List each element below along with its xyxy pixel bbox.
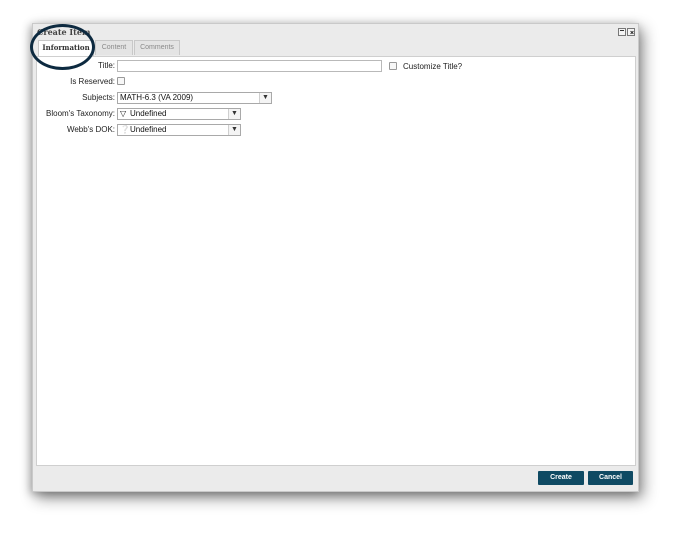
reserved-checkbox[interactable]	[117, 77, 125, 85]
tab-comments[interactable]: Comments	[134, 40, 180, 55]
webb-value: Undefined	[130, 125, 167, 134]
customize-title-label: Customize Title?	[403, 62, 463, 71]
create-item-dialog: Create Item Information Content Comments…	[32, 23, 639, 492]
webb-select[interactable]: ❔ Undefined ▼	[117, 124, 241, 136]
dialog-footer: Create Cancel	[33, 466, 638, 492]
bloom-label: Bloom's Taxonomy:	[46, 109, 115, 118]
subjects-select[interactable]: MATH-6.3 (VA 2009) ▼	[117, 92, 272, 104]
information-panel: Title: Customize Title? Is Reserved: Sub…	[36, 56, 636, 466]
close-icon[interactable]	[627, 28, 635, 36]
tab-information[interactable]: Information	[38, 40, 94, 56]
bloom-select[interactable]: ▽ Undefined ▼	[117, 108, 241, 120]
reserved-label: Is Reserved:	[70, 77, 115, 86]
maximize-icon[interactable]	[618, 28, 626, 36]
title-label: Title:	[97, 61, 115, 70]
pyramid-icon: ▽	[120, 109, 127, 118]
webb-label: Webb's DOK:	[66, 125, 115, 134]
chevron-down-icon[interactable]: ▼	[228, 125, 240, 135]
question-circle-icon: ❔	[120, 125, 130, 134]
tab-content[interactable]: Content	[95, 40, 133, 55]
dialog-titlebar[interactable]: Create Item	[33, 24, 638, 40]
subjects-label: Subjects:	[82, 93, 115, 102]
subjects-value: MATH-6.3 (VA 2009)	[120, 93, 194, 102]
title-input[interactable]	[117, 60, 382, 72]
create-button[interactable]: Create	[538, 471, 584, 485]
chevron-down-icon[interactable]: ▼	[259, 93, 271, 103]
customize-title-checkbox[interactable]	[389, 62, 397, 70]
dialog-title: Create Item	[37, 27, 91, 37]
chevron-down-icon[interactable]: ▼	[228, 109, 240, 119]
cancel-button[interactable]: Cancel	[588, 471, 633, 485]
bloom-value: Undefined	[130, 109, 167, 118]
